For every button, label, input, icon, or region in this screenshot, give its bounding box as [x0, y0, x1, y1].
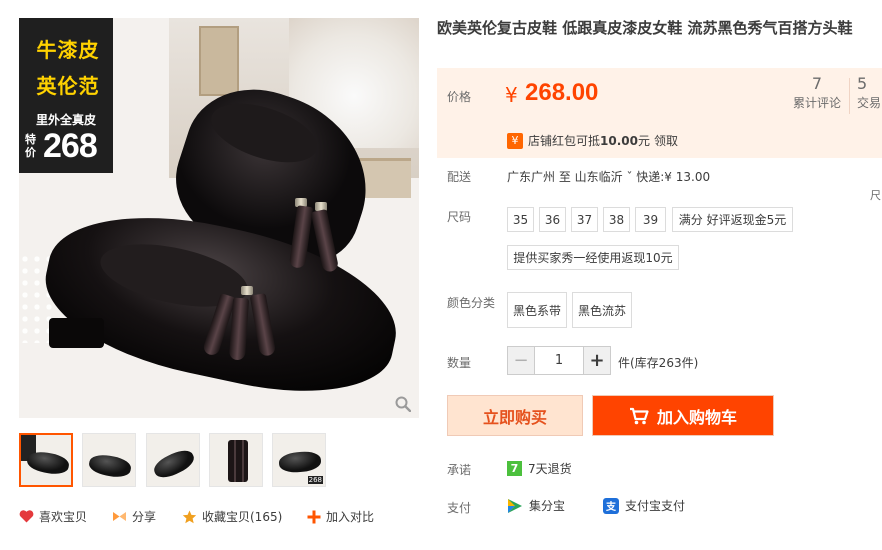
thumbnail-2[interactable] — [82, 433, 136, 487]
stock-text: 件(库存263件) — [618, 356, 699, 370]
price-value: 268.00 — [525, 79, 599, 106]
star-icon — [182, 510, 197, 523]
promo-price: 268 — [43, 127, 98, 165]
shipping-edge-text: 尺 — [870, 189, 881, 202]
quantity-decrease-button[interactable]: − — [507, 346, 535, 375]
price-label: 价格 — [447, 90, 472, 104]
svg-text:支: 支 — [605, 500, 617, 513]
thumbnail-5[interactable]: 268 — [272, 433, 326, 487]
promise-label: 承诺 — [447, 463, 472, 477]
review-count-label: 累计评论 — [792, 96, 841, 110]
thumbnail-strip: 268 — [19, 433, 329, 487]
cart-icon — [629, 407, 649, 424]
like-label: 喜欢宝贝 — [39, 510, 88, 524]
jifenbao-icon — [508, 498, 522, 513]
size-promo-option-2[interactable]: 提供买家秀一经使用返现10元 — [507, 245, 679, 270]
coupon-prefix: 店铺红包可抵 — [528, 134, 601, 148]
tassel-cap — [241, 286, 253, 295]
compare-label: 加入对比 — [326, 510, 375, 524]
mini-shoe — [25, 449, 71, 477]
size-option-37[interactable]: 37 — [571, 207, 598, 232]
thumbnail-1[interactable] — [19, 433, 73, 487]
payment-jifenbao[interactable]: 集分宝 — [507, 497, 565, 514]
add-to-cart-button[interactable]: 加入购物车 — [592, 395, 774, 436]
price-panel: 价格 ¥ 268.00 7 累计评论 5 交易 ¥ 店铺红包可抵 10.00 元 领… — [437, 68, 882, 158]
thumbnail-price-badge: 268 — [307, 476, 323, 484]
size-option-36[interactable]: 36 — [539, 207, 566, 232]
promise-7day-return[interactable]: 7 7天退货 — [507, 460, 572, 477]
trade-count-stat[interactable]: 5 交易 — [857, 74, 882, 111]
return-7day-icon: 7 — [507, 461, 522, 476]
clock-tower-photo — [199, 26, 239, 96]
thumbnail-3[interactable] — [146, 433, 200, 487]
payment-alipay[interactable]: 支 支付宝支付 — [603, 497, 685, 514]
stat-divider — [849, 78, 850, 114]
review-count-stat[interactable]: 7 累计评论 — [787, 74, 847, 111]
coupon-unit: 元 — [637, 134, 650, 148]
mini-shoe — [278, 450, 322, 474]
shipping-label: 配送 — [447, 170, 472, 184]
color-option-tassel[interactable]: 黑色流苏 — [572, 292, 632, 328]
size-promo-option-1[interactable]: 满分 好评返现金5元 — [672, 207, 793, 232]
promo-badge: 牛漆皮 英伦范 里外全真皮 特价 268 — [19, 18, 113, 173]
promo-line3: 里外全真皮 — [35, 113, 96, 127]
thumbnail-4[interactable] — [209, 433, 263, 487]
coupon-row: ¥ 店铺红包可抵 10.00 元 领取 — [507, 132, 678, 149]
quantity-label: 数量 — [447, 356, 472, 370]
trade-count: 5 — [857, 74, 868, 93]
compare-action[interactable]: 加入对比 — [307, 508, 374, 525]
plus-icon — [307, 510, 321, 523]
buy-now-button[interactable]: 立即购买 — [447, 395, 583, 436]
add-to-cart-label: 加入购物车 — [656, 407, 737, 427]
coupon-icon: ¥ — [507, 132, 523, 149]
payment-method-1: 集分宝 — [529, 499, 566, 513]
share-action[interactable]: 分享 — [112, 508, 156, 525]
favorite-label: 收藏宝贝(165) — [202, 510, 283, 524]
color-label: 颜色分类 — [447, 296, 496, 310]
promo-special-label: 特价 — [25, 133, 36, 159]
color-option-lace[interactable]: 黑色系带 — [507, 292, 567, 328]
share-icon — [113, 512, 126, 521]
main-product-image[interactable]: 牛漆皮 英伦范 里外全真皮 特价 268 — [19, 18, 419, 418]
alipay-icon: 支 — [603, 497, 619, 514]
promo-line1: 牛漆皮 — [36, 38, 100, 62]
review-count: 7 — [811, 74, 823, 93]
mini-shoe — [150, 446, 198, 482]
price-currency: ¥ — [505, 83, 518, 107]
mini-shoe — [87, 452, 133, 480]
zoom-icon[interactable] — [395, 396, 411, 412]
quantity-increase-button[interactable]: + — [583, 346, 611, 375]
promo-line2: 英伦范 — [36, 74, 100, 98]
promise-text: 7天退货 — [528, 462, 572, 476]
share-label: 分享 — [132, 510, 157, 524]
payment-method-2: 支付宝支付 — [625, 499, 686, 513]
size-option-35[interactable]: 35 — [507, 207, 534, 232]
size-label: 尺码 — [447, 210, 472, 224]
like-action[interactable]: 喜欢宝贝 — [19, 508, 87, 525]
coupon-amount: 10.00 — [600, 133, 638, 148]
favorite-action[interactable]: 收藏宝贝(165) — [182, 508, 282, 525]
shoe-heel — [49, 318, 104, 348]
product-title: 欧美英伦复古皮鞋 低跟真皮漆皮女鞋 流苏黑色秀气百搭方头鞋 — [437, 19, 853, 37]
payment-label: 支付 — [447, 501, 472, 515]
shipping-info[interactable]: 广东广州 至 山东临沂 ˇ 快递:¥ 13.00 — [507, 168, 710, 185]
heart-icon — [19, 510, 34, 523]
trade-count-label: 交易 — [857, 96, 882, 110]
coupon-claim-link[interactable]: 领取 — [654, 132, 678, 149]
size-option-39[interactable]: 39 — [635, 207, 666, 232]
size-option-38[interactable]: 38 — [603, 207, 630, 232]
quantity-input[interactable] — [535, 346, 583, 375]
mini-tassels — [228, 440, 248, 482]
